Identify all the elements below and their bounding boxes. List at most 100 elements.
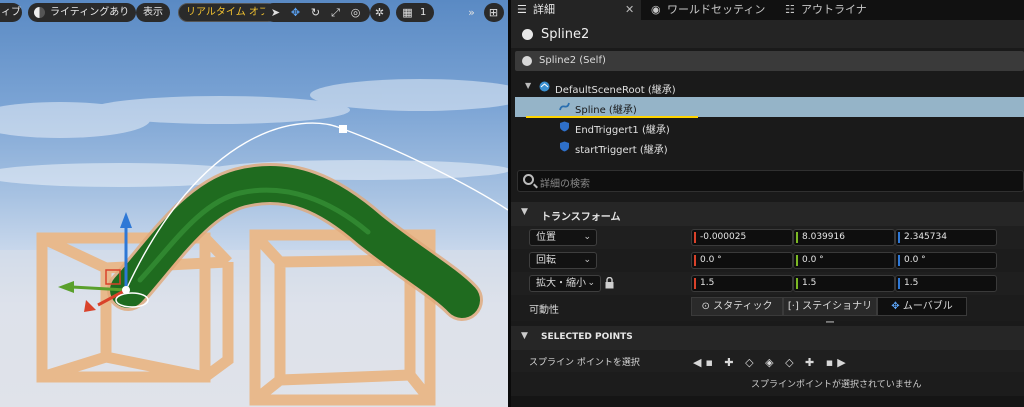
outliner-icon: ☷ bbox=[785, 3, 795, 16]
location-x-field[interactable]: -0.000025 bbox=[691, 229, 793, 246]
tree-item-start-trigger[interactable]: startTriggert (継承) bbox=[515, 137, 1024, 157]
rotation-row: 回転 ⌄ 0.0 ° 0.0 ° 0.0 ° bbox=[511, 249, 1024, 272]
mobility-movable-label: ムーバブル bbox=[902, 301, 953, 312]
spline-point-handle[interactable] bbox=[339, 125, 347, 133]
location-row: 位置 ⌄ -0.000025 8.039916 2.345734 bbox=[511, 226, 1024, 249]
grid-snap-button[interactable]: ▦ 1 bbox=[396, 3, 434, 22]
overflow-chevron-icon[interactable]: » bbox=[462, 3, 481, 22]
select-prev-icon[interactable]: ◇ bbox=[745, 356, 757, 369]
no-points-selected-text: スプラインポイントが選択されていません bbox=[751, 380, 922, 390]
box-shield-icon bbox=[560, 141, 569, 152]
search-icon bbox=[523, 174, 534, 185]
box-shield-icon bbox=[560, 121, 569, 132]
collapse-chevron-icon: ▼ bbox=[521, 331, 528, 341]
tab-details[interactable]: ☰ 詳細 bbox=[511, 0, 641, 20]
chevron-down-icon: ⌄ bbox=[583, 232, 591, 242]
selected-points-section-header[interactable]: ▼ SELECTED POINTS bbox=[511, 326, 1024, 350]
tab-outliner[interactable]: ☷ アウトライナ bbox=[779, 0, 909, 20]
selected-object-name: Spline2 bbox=[541, 27, 590, 42]
chevron-down-icon: ⌄ bbox=[583, 255, 591, 265]
select-first-point-icon[interactable]: ◀▪ bbox=[693, 356, 717, 369]
lock-icon[interactable] bbox=[605, 277, 614, 289]
globe-icon: ◎ bbox=[350, 6, 361, 19]
layout-button[interactable]: ⊞ bbox=[484, 3, 504, 22]
tab-world-settings[interactable]: ◉ ワールドセッティン bbox=[645, 0, 775, 20]
stationary-icon: [·] bbox=[787, 301, 803, 312]
tree-item-end-trigger[interactable]: EndTriggert1 (継承) bbox=[515, 117, 1024, 137]
layout-icon: ⊞ bbox=[488, 6, 499, 19]
show-button[interactable]: 表示 bbox=[136, 3, 170, 22]
location-y-field[interactable]: 8.039916 bbox=[793, 229, 895, 246]
mobility-stationary-option[interactable]: [·] ステイショナリー bbox=[783, 297, 877, 329]
rotation-dropdown[interactable]: 回転 ⌄ bbox=[529, 252, 597, 269]
select-prev-point-icon[interactable]: ✚ bbox=[724, 356, 737, 369]
selected-object-header: Spline2 bbox=[511, 20, 1024, 48]
select-cursor-icon[interactable]: ➤ bbox=[266, 3, 285, 22]
rotation-label: 回転 bbox=[536, 255, 556, 266]
viewport-scene[interactable] bbox=[0, 0, 508, 407]
actor-icon bbox=[522, 29, 533, 40]
chevron-down-icon: ⌄ bbox=[587, 278, 595, 288]
rotation-y-field[interactable]: 0.0 ° bbox=[793, 252, 895, 269]
select-all-points-icon[interactable]: ◈ bbox=[765, 356, 777, 369]
actor-icon bbox=[522, 56, 532, 66]
highlight-underline bbox=[526, 116, 698, 118]
scale-z-field[interactable]: 1.5 bbox=[895, 275, 997, 292]
transform-section-header[interactable]: ▼ トランスフォーム bbox=[511, 202, 1024, 226]
self-component-row[interactable]: Spline2 (Self) bbox=[515, 51, 1024, 71]
static-icon: ⊙ bbox=[701, 301, 714, 312]
grid-snap-value: 1 bbox=[420, 7, 427, 18]
grid-icon: ▦ bbox=[402, 6, 413, 19]
location-dropdown[interactable]: 位置 ⌄ bbox=[529, 229, 597, 246]
mobility-static-label: スタティック bbox=[713, 301, 773, 312]
collapse-chevron-icon: ▼ bbox=[521, 207, 528, 217]
surface-snap-icon: ✲ bbox=[374, 6, 385, 19]
level-viewport[interactable]: ィブ ライティングあり 表示 リアルタイム オフ ➤ ✥ ↻ ⤢ ⊡ ◎ ✲ ▦… bbox=[0, 0, 508, 407]
select-spline-points-row: スプライン ポイントを選択 ◀▪ ✚ ◇ ◈ ◇ ✚ ▪▶ bbox=[511, 350, 1024, 372]
tree-item-label: Spline (継承) bbox=[575, 105, 637, 116]
tab-outliner-label: アウトライナ bbox=[801, 3, 867, 16]
panel-tab-bar: ☰ 詳細 ✕ ◉ ワールドセッティン ☷ アウトライナ bbox=[511, 0, 1024, 20]
scale-dropdown[interactable]: 拡大・縮小 ⌄ bbox=[529, 275, 601, 292]
tree-item-default-scene-root[interactable]: ▼ DefaultSceneRoot (継承) bbox=[515, 77, 1024, 97]
mobility-label: 可動性 bbox=[529, 305, 559, 316]
mobility-static-option[interactable]: ⊙ スタティック bbox=[691, 297, 783, 316]
location-z-field[interactable]: 2.345734 bbox=[895, 229, 997, 246]
world-space-button[interactable]: ◎ bbox=[346, 3, 366, 22]
transform-section-title: トランスフォーム bbox=[541, 212, 621, 223]
mobility-movable-option[interactable]: ✥ ムーバブル bbox=[877, 297, 967, 316]
panel-footer bbox=[511, 396, 1024, 407]
tree-item-label: EndTriggert1 (継承) bbox=[575, 125, 670, 136]
details-icon: ☰ bbox=[517, 3, 527, 16]
spline-point-select-buttons[interactable]: ◀▪ ✚ ◇ ◈ ◇ ✚ ▪▶ bbox=[693, 356, 850, 369]
scale-icon[interactable]: ⤢ bbox=[326, 3, 345, 22]
rotate-icon[interactable]: ↻ bbox=[306, 3, 325, 22]
tree-item-label: DefaultSceneRoot (継承) bbox=[555, 85, 676, 96]
scale-y-field[interactable]: 1.5 bbox=[793, 275, 895, 292]
rotation-x-field[interactable]: 0.0 ° bbox=[691, 252, 793, 269]
lighting-button[interactable]: ライティングあり bbox=[28, 3, 137, 22]
rotation-z-field[interactable]: 0.0 ° bbox=[895, 252, 997, 269]
tree-item-spline[interactable]: Spline (継承) bbox=[515, 97, 1024, 117]
lighting-icon bbox=[34, 7, 45, 18]
surface-snap-button[interactable]: ✲ bbox=[370, 3, 390, 22]
scene-root-icon bbox=[539, 81, 550, 92]
expand-chevron-icon[interactable]: ▼ bbox=[525, 81, 531, 90]
select-next-point-icon[interactable]: ✚ bbox=[805, 356, 818, 369]
translate-icon[interactable]: ✥ bbox=[286, 3, 305, 22]
tab-details-label: 詳細 bbox=[533, 3, 555, 16]
details-search-input[interactable]: 詳細の検索 bbox=[517, 170, 1024, 192]
mobility-row: 可動性 ⊙ スタティック [·] ステイショナリー ✥ ムーバブル bbox=[511, 295, 1024, 329]
view-mode-button[interactable]: ィブ bbox=[0, 3, 22, 22]
select-next-icon[interactable]: ◇ bbox=[785, 356, 797, 369]
select-last-point-icon[interactable]: ▪▶ bbox=[826, 356, 850, 369]
globe-icon: ◉ bbox=[651, 3, 661, 16]
close-icon[interactable]: ✕ bbox=[625, 0, 634, 20]
viewport-toolbar: ィブ ライティングあり 表示 リアルタイム オフ ➤ ✥ ↻ ⤢ ⊡ ◎ ✲ ▦… bbox=[0, 3, 508, 23]
select-spline-points-label: スプライン ポイントを選択 bbox=[529, 358, 640, 368]
scale-x-field[interactable]: 1.5 bbox=[691, 275, 793, 292]
details-panel: ☰ 詳細 ✕ ◉ ワールドセッティン ☷ アウトライナ Spline2 Spli… bbox=[511, 0, 1024, 407]
tree-item-label: startTriggert (継承) bbox=[575, 145, 668, 156]
scale-row: 拡大・縮小 ⌄ 1.5 1.5 1.5 bbox=[511, 272, 1024, 295]
realtime-toggle[interactable]: リアルタイム オフ bbox=[178, 3, 277, 22]
